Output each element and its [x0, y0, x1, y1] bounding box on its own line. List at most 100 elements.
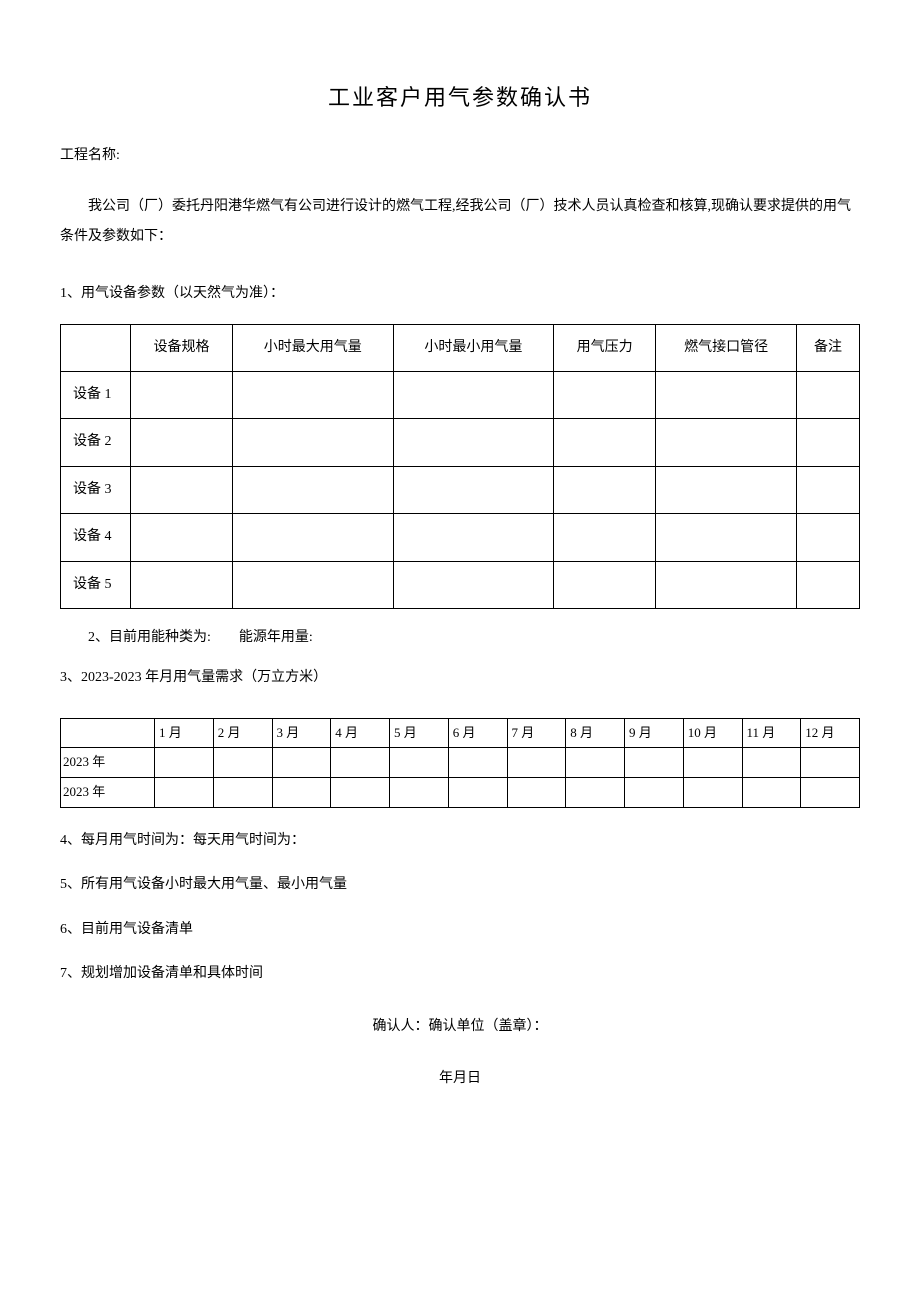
monthly-cell	[625, 748, 684, 778]
monthly-cell	[272, 778, 331, 808]
monthly-cell	[801, 748, 860, 778]
equipment-cell	[554, 514, 656, 561]
intro-paragraph: 我公司（厂）委托丹阳港华燃气有公司进行设计的燃气工程,经我公司（厂）技术人员认真…	[60, 192, 860, 254]
equipment-header-min: 小时最小用气量	[393, 324, 554, 371]
monthly-header-cell: 6 月	[448, 718, 507, 748]
table-row: 设备 1	[61, 371, 860, 418]
equipment-row-label: 设备 4	[61, 514, 131, 561]
monthly-cell	[742, 748, 801, 778]
monthly-cell	[507, 778, 566, 808]
monthly-cell	[625, 778, 684, 808]
monthly-cell	[566, 748, 625, 778]
table-row: 设备 4	[61, 514, 860, 561]
equipment-cell	[393, 466, 554, 513]
document-title: 工业客户用气参数确认书	[60, 80, 860, 115]
equipment-cell	[554, 561, 656, 608]
monthly-cell	[448, 748, 507, 778]
equipment-cell	[131, 419, 233, 466]
monthly-cell	[742, 778, 801, 808]
equipment-cell	[797, 514, 860, 561]
monthly-cell	[155, 748, 214, 778]
lower-sections: 4、每月用气时间为：每天用气时间为： 5、所有用气设备小时最大用气量、最小用气量…	[60, 830, 860, 986]
equipment-cell	[393, 514, 554, 561]
table-row: 设备 3	[61, 466, 860, 513]
monthly-header-cell: 2 月	[213, 718, 272, 748]
date-line: 年月日	[60, 1068, 860, 1090]
monthly-table-header-row: 1 月2 月3 月4 月5 月6 月7 月8 月9 月10 月11 月12 月	[61, 718, 860, 748]
equipment-table: 设备规格 小时最大用气量 小时最小用气量 用气压力 燃气接口管径 备注 设备 1…	[60, 324, 860, 609]
monthly-cell	[213, 778, 272, 808]
equipment-cell	[393, 561, 554, 608]
monthly-cell	[390, 748, 449, 778]
equipment-header-pipe: 燃气接口管径	[656, 324, 797, 371]
equipment-cell	[797, 561, 860, 608]
equipment-header-blank	[61, 324, 131, 371]
section-2-label: 2、目前用能种类为: 能源年用量:	[60, 627, 860, 649]
monthly-cell	[801, 778, 860, 808]
equipment-cell	[131, 561, 233, 608]
monthly-row-label: 2023 年	[61, 778, 155, 808]
section-4-label: 4、每月用气时间为：每天用气时间为：	[60, 830, 860, 852]
monthly-header-cell: 3 月	[272, 718, 331, 748]
equipment-row-label: 设备 1	[61, 371, 131, 418]
equipment-cell	[554, 419, 656, 466]
equipment-header-pressure: 用气压力	[554, 324, 656, 371]
monthly-header-cell: 12 月	[801, 718, 860, 748]
monthly-cell	[390, 778, 449, 808]
equipment-cell	[232, 371, 393, 418]
monthly-table: 1 月2 月3 月4 月5 月6 月7 月8 月9 月10 月11 月12 月 …	[60, 718, 860, 808]
equipment-table-header-row: 设备规格 小时最大用气量 小时最小用气量 用气压力 燃气接口管径 备注	[61, 324, 860, 371]
table-row: 设备 2	[61, 419, 860, 466]
equipment-header-spec: 设备规格	[131, 324, 233, 371]
equipment-row-label: 设备 5	[61, 561, 131, 608]
section-6-label: 6、目前用气设备清单	[60, 919, 860, 941]
monthly-cell	[155, 778, 214, 808]
monthly-cell	[213, 748, 272, 778]
monthly-row-label: 2023 年	[61, 748, 155, 778]
section-3-label: 3、2023-2023 年月用气量需求（万立方米）	[60, 667, 860, 689]
equipment-cell	[656, 466, 797, 513]
monthly-cell	[683, 748, 742, 778]
section-7-label: 7、规划增加设备清单和具体时间	[60, 963, 860, 985]
equipment-cell	[232, 419, 393, 466]
equipment-cell	[797, 371, 860, 418]
monthly-cell	[507, 748, 566, 778]
section-5-label: 5、所有用气设备小时最大用气量、最小用气量	[60, 874, 860, 896]
equipment-table-body: 设备 1设备 2设备 3设备 4设备 5	[61, 371, 860, 608]
equipment-cell	[656, 561, 797, 608]
equipment-cell	[131, 514, 233, 561]
monthly-cell	[683, 778, 742, 808]
equipment-cell	[656, 419, 797, 466]
monthly-header-cell	[61, 718, 155, 748]
equipment-cell	[232, 561, 393, 608]
monthly-cell	[272, 748, 331, 778]
table-row: 设备 5	[61, 561, 860, 608]
equipment-cell	[656, 371, 797, 418]
monthly-header-cell: 1 月	[155, 718, 214, 748]
monthly-header-cell: 9 月	[625, 718, 684, 748]
equipment-cell	[393, 419, 554, 466]
monthly-header-cell: 11 月	[742, 718, 801, 748]
monthly-header-cell: 5 月	[390, 718, 449, 748]
monthly-header-cell: 10 月	[683, 718, 742, 748]
monthly-table-body: 2023 年2023 年	[61, 748, 860, 808]
monthly-cell	[331, 748, 390, 778]
equipment-cell	[797, 466, 860, 513]
equipment-row-label: 设备 2	[61, 419, 131, 466]
monthly-cell	[331, 778, 390, 808]
equipment-cell	[554, 466, 656, 513]
monthly-cell	[566, 778, 625, 808]
table-row: 2023 年	[61, 748, 860, 778]
equipment-cell	[656, 514, 797, 561]
confirm-line: 确认人：确认单位（盖章）：	[60, 1016, 860, 1038]
monthly-header-cell: 7 月	[507, 718, 566, 748]
equipment-row-label: 设备 3	[61, 466, 131, 513]
equipment-cell	[131, 371, 233, 418]
table-row: 2023 年	[61, 778, 860, 808]
equipment-cell	[797, 419, 860, 466]
equipment-cell	[554, 371, 656, 418]
monthly-header-cell: 8 月	[566, 718, 625, 748]
equipment-cell	[232, 466, 393, 513]
equipment-cell	[131, 466, 233, 513]
equipment-cell	[393, 371, 554, 418]
